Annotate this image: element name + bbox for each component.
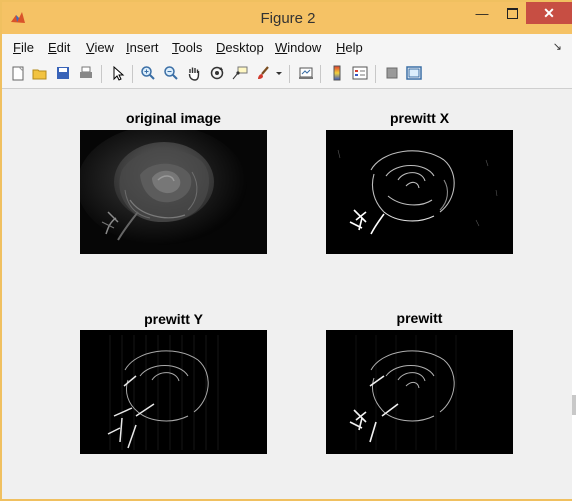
insert-colorbar-icon[interactable] [328, 64, 346, 82]
hide-plot-tools-icon[interactable] [383, 64, 401, 82]
menu-edit[interactable]: Edit [48, 40, 70, 55]
open-file-icon[interactable] [31, 64, 49, 82]
zoom-in-icon[interactable] [139, 64, 157, 82]
minimize-icon: — [475, 5, 489, 21]
show-plot-tools-icon[interactable] [405, 64, 423, 82]
rotate-3d-icon[interactable] [208, 64, 226, 82]
brush-icon[interactable] [254, 64, 272, 82]
original-image[interactable] [80, 130, 267, 254]
menu-window[interactable]: Window [275, 40, 321, 55]
dock-figure-icon[interactable]: ↘ [553, 40, 562, 53]
new-figure-icon[interactable] [9, 64, 27, 82]
background-strip [572, 0, 576, 501]
menu-help[interactable]: Help [336, 40, 363, 55]
save-icon[interactable] [54, 64, 72, 82]
prewitt-image[interactable] [326, 330, 513, 454]
toolbar-separator [320, 65, 321, 83]
print-icon[interactable] [77, 64, 95, 82]
toolbar-separator [132, 65, 133, 83]
axes-title-original: original image [126, 110, 221, 126]
toolbar-separator [289, 65, 290, 83]
menu-view[interactable]: View [86, 40, 114, 55]
minimize-button[interactable]: — [468, 2, 496, 24]
data-cursor-icon[interactable] [231, 64, 249, 82]
title-bar[interactable]: Figure 2 — ✕ [2, 2, 574, 34]
zoom-out-icon[interactable] [162, 64, 180, 82]
axes-title-prewitt-y: prewitt Y [144, 311, 203, 327]
edit-plot-arrow-icon[interactable] [109, 64, 127, 82]
menu-bar: File Edit View Insert Tools Desktop Wind… [2, 34, 574, 61]
resize-grip[interactable] [572, 395, 576, 415]
menu-file[interactable]: File [13, 40, 34, 55]
link-plot-icon[interactable] [297, 64, 315, 82]
maximize-icon [506, 7, 518, 19]
figure-window: Figure 2 — ✕ File Edit View Insert Tools… [0, 0, 576, 501]
close-button[interactable]: ✕ [526, 2, 572, 24]
toolbar-separator [375, 65, 376, 83]
figure-canvas: original image prewitt X prewitt Y prewi… [2, 89, 574, 499]
pan-hand-icon[interactable] [185, 64, 203, 82]
maximize-button[interactable] [498, 2, 526, 24]
prewitt-x-image[interactable] [326, 130, 513, 254]
close-icon: ✕ [543, 4, 555, 21]
toolbar-separator [101, 65, 102, 83]
prewitt-y-image[interactable] [80, 330, 267, 454]
figure-toolbar [2, 60, 574, 89]
brush-dropdown-icon[interactable] [274, 64, 284, 82]
axes-title-prewitt-x: prewitt X [389, 110, 450, 126]
menu-tools[interactable]: Tools [172, 40, 202, 55]
axes-title-prewitt: prewitt [396, 310, 443, 326]
menu-desktop[interactable]: Desktop [216, 40, 264, 55]
menu-insert[interactable]: Insert [126, 40, 159, 55]
insert-legend-icon[interactable] [351, 64, 369, 82]
